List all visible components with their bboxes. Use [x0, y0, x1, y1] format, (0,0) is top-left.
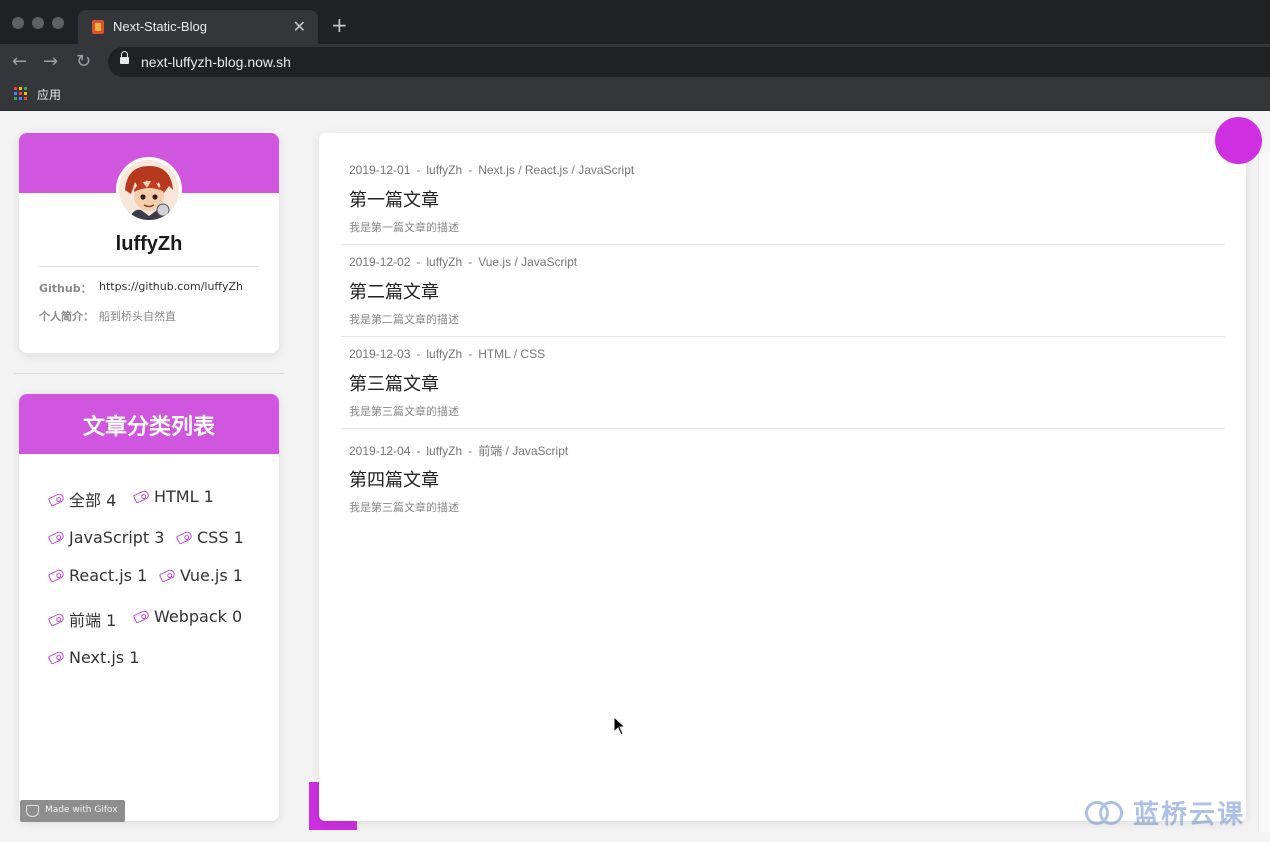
tag-icon	[158, 568, 177, 583]
close-tab-icon[interactable]: ✕	[293, 17, 306, 36]
tag-icon	[47, 530, 66, 545]
minimize-window-button[interactable]	[32, 17, 44, 29]
bio-value: 船到桥头自然直	[99, 310, 176, 323]
article-date: 2019-12-02	[349, 255, 411, 269]
tag-icon	[132, 609, 151, 624]
gifox-badge: Made with Gifox	[20, 800, 125, 822]
article-desc: 我是第三篇文章的描述	[349, 501, 459, 514]
article-date: 2019-12-01	[349, 163, 411, 177]
article-separator	[341, 336, 1225, 337]
lock-icon	[120, 51, 129, 66]
page-content: luffyZh Github： https://github.com/luffy…	[0, 112, 1270, 842]
article-tags: Next.js / React.js / JavaScript	[478, 163, 635, 177]
category-tag-label: Next.js 1	[69, 648, 140, 667]
article-title[interactable]: 第一篇文章	[349, 186, 439, 212]
category-title: 文章分类列表	[82, 415, 215, 440]
tag-icon	[47, 650, 66, 665]
right-edge-strip	[1258, 152, 1270, 832]
article-title[interactable]: 第三篇文章	[349, 370, 439, 396]
tag-icon	[175, 530, 194, 545]
category-tag-html[interactable]: HTML 1	[132, 487, 214, 506]
article-separator	[341, 428, 1225, 429]
browser-toolbar: ← → ↻ next-luffyzh-blog.now.sh	[0, 44, 1270, 80]
watermark-text: 蓝桥云课	[1133, 800, 1246, 830]
category-tag-label: CSS 1	[197, 528, 244, 547]
avatar	[116, 157, 182, 223]
category-tag-label: JavaScript 3	[69, 528, 165, 547]
apps-bookmark[interactable]: 应用	[37, 86, 61, 103]
article-date: 2019-12-03	[349, 347, 411, 361]
url-text[interactable]: next-luffyzh-blog.now.sh	[141, 54, 291, 70]
category-card: 文章分类列表 全部 4 HTML 1 JavaScript 3 CSS 1 Re…	[19, 394, 279, 821]
github-link[interactable]: https://github.com/luffyZh	[99, 280, 243, 293]
article-desc: 我是第三篇文章的描述	[349, 405, 459, 418]
category-tag-javascript[interactable]: JavaScript 3	[47, 528, 165, 547]
gifox-label: Made with Gifox	[45, 805, 118, 815]
article-date: 2019-12-04	[349, 444, 411, 458]
fox-icon	[26, 805, 39, 817]
article-author: luffyZh	[426, 347, 463, 361]
tab-title: Next-Static-Blog	[113, 19, 207, 34]
article-tags: Vue.js / JavaScript	[478, 255, 578, 269]
article-separator	[341, 244, 1225, 245]
profile-divider	[39, 266, 259, 267]
category-header: 文章分类列表	[19, 394, 279, 454]
category-tag-webpack[interactable]: Webpack 0	[132, 607, 243, 626]
floating-action-button[interactable]	[1215, 117, 1262, 164]
category-tag-nextjs[interactable]: Next.js 1	[47, 648, 140, 667]
bio-key: 个人简介：	[39, 310, 94, 323]
tag-icon	[47, 568, 66, 583]
article-meta: 2019-12-02- luffyZh - Vue.js / JavaScript	[349, 255, 578, 269]
back-arrow-icon[interactable]: ←	[12, 51, 27, 72]
category-tag-label: React.js 1	[69, 566, 148, 585]
category-tag-label: 前端 1	[69, 611, 117, 630]
bookmarks-bar: 应用	[0, 80, 1270, 111]
reload-icon[interactable]: ↻	[76, 51, 91, 72]
article-title[interactable]: 第二篇文章	[349, 278, 439, 304]
maximize-window-button[interactable]	[52, 17, 64, 29]
close-window-button[interactable]	[12, 17, 24, 29]
category-tag-label: Webpack 0	[154, 607, 243, 626]
left-divider	[14, 373, 284, 374]
category-tag-frontend[interactable]: 前端 1	[47, 607, 117, 631]
category-tag-all[interactable]: 全部 4	[47, 487, 117, 511]
github-key: Github：	[39, 282, 92, 295]
address-bar[interactable]: next-luffyzh-blog.now.sh	[108, 47, 1270, 77]
article-meta: 2019-12-01- luffyZh - Next.js / React.js / …	[349, 163, 635, 177]
tag-icon	[132, 489, 151, 504]
watermark: 蓝桥云课	[1085, 794, 1245, 831]
article-desc: 我是第一篇文章的描述	[349, 221, 459, 234]
tag-icon	[47, 611, 66, 627]
article-title[interactable]: 第四篇文章	[349, 466, 439, 492]
browser-tab[interactable]: Next-Static-Blog ✕	[78, 10, 318, 44]
article-author: luffyZh	[426, 255, 463, 269]
tag-icon	[47, 491, 66, 507]
category-tag-label: 全部 4	[69, 491, 117, 510]
category-tag-reactjs[interactable]: React.js 1	[47, 566, 148, 585]
category-tag-css[interactable]: CSS 1	[175, 528, 244, 547]
category-tag-label: Vue.js 1	[180, 566, 243, 585]
mouse-cursor-icon	[613, 716, 627, 736]
apps-grid-icon[interactable]	[14, 87, 27, 100]
article-meta: 2019-12-03- luffyZh - HTML / CSS	[349, 347, 546, 361]
new-tab-button[interactable]: +	[331, 13, 348, 37]
article-desc: 我是第二篇文章的描述	[349, 313, 459, 326]
article-list-card: 2019-12-01- luffyZh - Next.js / React.js / …	[319, 133, 1246, 821]
browser-titlebar: Next-Static-Blog ✕ +	[0, 0, 1270, 44]
category-tag-label: HTML 1	[154, 487, 214, 506]
article-tags: 前端 / JavaScript	[478, 444, 569, 458]
profile-card: luffyZh Github： https://github.com/luffy…	[19, 133, 279, 353]
article-author: luffyZh	[426, 444, 463, 458]
category-tag-vuejs[interactable]: Vue.js 1	[158, 566, 243, 585]
article-author: luffyZh	[426, 163, 463, 177]
forward-arrow-icon[interactable]: →	[43, 51, 58, 72]
watermark-logo-icon	[1085, 799, 1127, 827]
profile-name: luffyZh	[115, 233, 183, 255]
book-icon	[92, 20, 104, 34]
article-tags: HTML / CSS	[478, 347, 546, 361]
article-meta: 2019-12-04- luffyZh - 前端 / JavaScript	[349, 444, 569, 458]
